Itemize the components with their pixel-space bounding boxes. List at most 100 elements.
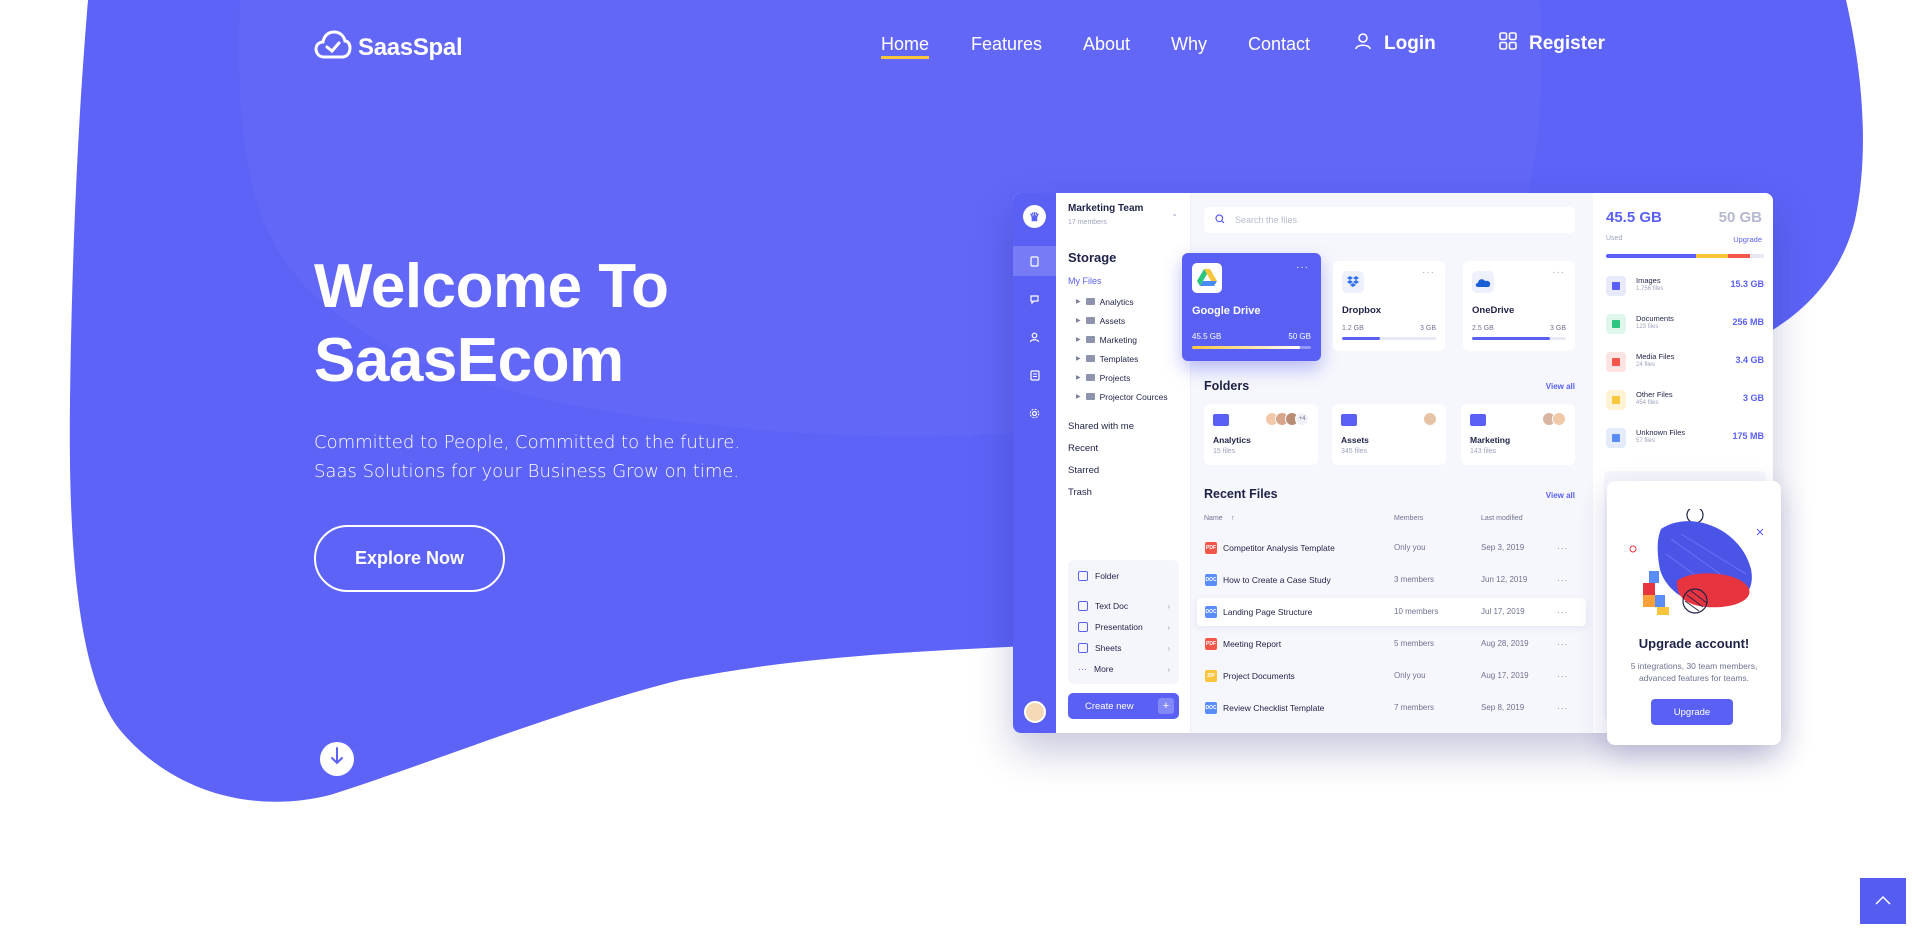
storage-type-row[interactable]: Other Files 454 files 3 GB — [1606, 385, 1764, 413]
nav-about-link[interactable]: About — [1083, 34, 1130, 55]
column-members[interactable]: Members — [1394, 515, 1423, 522]
more-icon[interactable]: ··· — [1296, 262, 1309, 273]
login-button[interactable]: Login — [1354, 32, 1436, 56]
my-files-link[interactable]: My Files — [1068, 276, 1102, 286]
more-icon[interactable]: ··· — [1557, 543, 1569, 553]
starred-link[interactable]: Starred — [1068, 465, 1099, 476]
file-name: Meeting Report — [1223, 639, 1282, 649]
type-size: 175 MB — [1732, 431, 1764, 441]
more-icon[interactable]: ··· — [1557, 607, 1569, 617]
hero-title-line2: SaasEcom — [314, 326, 624, 395]
document-icon[interactable] — [1013, 360, 1056, 390]
tree-item[interactable]: ▶ Analytics — [1076, 292, 1168, 311]
more-icon[interactable]: ··· — [1557, 575, 1569, 585]
nav-home-link[interactable]: Home — [881, 34, 929, 55]
menu-folder[interactable]: Folder — [1078, 571, 1170, 581]
sort-arrow-icon[interactable]: ↑ — [1231, 515, 1235, 522]
more-icon[interactable]: ··· — [1557, 703, 1569, 713]
storage-type-row[interactable]: Unknown Files 57 files 175 MB — [1606, 423, 1764, 451]
chat-icon[interactable] — [1013, 284, 1056, 314]
gear-icon[interactable] — [1013, 398, 1056, 428]
explore-now-button[interactable]: Explore Now — [314, 525, 505, 592]
file-date: Sep 3, 2019 — [1481, 543, 1525, 552]
folder-card-marketing[interactable]: Marketing 143 files — [1461, 404, 1575, 465]
cloud-card-dropbox[interactable]: ··· Dropbox 1.2 GB 3 GB — [1333, 261, 1445, 351]
more-icon[interactable]: ··· — [1557, 671, 1569, 681]
cloud-card-google-drive[interactable]: ··· Google Drive 45.5 GB 50 GB — [1182, 253, 1321, 361]
files-icon[interactable] — [1013, 246, 1056, 276]
storage-type-row[interactable]: Documents 123 files 256 MB — [1606, 309, 1764, 337]
folders-view-all-link[interactable]: View all — [1546, 382, 1575, 391]
search-placeholder: Search the files — [1235, 215, 1298, 225]
cloud-total: 50 GB — [1288, 332, 1311, 341]
cloud-total: 3 GB — [1420, 325, 1436, 332]
file-row[interactable]: DOC How to Create a Case Study 3 members Ju… — [1197, 566, 1586, 594]
shared-link[interactable]: Shared with me — [1068, 421, 1134, 432]
column-modified[interactable]: Last modified — [1481, 515, 1523, 522]
file-type-icon: PDF — [1205, 638, 1217, 650]
tree-item[interactable]: ▶ Templates — [1076, 349, 1168, 368]
folder-icon — [1213, 414, 1229, 426]
menu-text-doc[interactable]: Text Doc › — [1078, 601, 1170, 611]
type-name: Unknown Files — [1636, 428, 1686, 437]
more-icon[interactable]: ··· — [1422, 267, 1435, 278]
menu-more[interactable]: ··· More › — [1078, 664, 1170, 674]
nav-why-link[interactable]: Why — [1171, 34, 1207, 55]
file-members: 10 members — [1394, 607, 1439, 616]
tree-item[interactable]: ▶ Projects — [1076, 368, 1168, 387]
file-name: Competitor Analysis Template — [1223, 543, 1335, 553]
file-name: How to Create a Case Study — [1223, 575, 1331, 585]
chevron-down-icon[interactable]: ⌄ — [1171, 209, 1178, 218]
file-date: Aug 17, 2019 — [1481, 671, 1529, 680]
nav-features-link[interactable]: Features — [971, 34, 1042, 55]
register-button[interactable]: Register — [1499, 32, 1605, 56]
file-row[interactable]: DOC Review Checklist Template 7 members Sep… — [1197, 694, 1586, 722]
tree-item[interactable]: ▶ Projector Cources — [1076, 387, 1168, 406]
storage-type-row[interactable]: Media Files 24 files 3.4 GB — [1606, 347, 1764, 375]
folder-card-assets[interactable]: Assets 345 files — [1332, 404, 1446, 465]
file-members: 7 members — [1394, 703, 1435, 712]
file-date: Aug 28, 2019 — [1481, 639, 1529, 648]
search-icon — [1215, 214, 1225, 226]
avatar[interactable] — [1024, 701, 1046, 723]
folder-count: 345 files — [1341, 448, 1368, 455]
cloud-card-onedrive[interactable]: ··· OneDrive 2.5 GB 3 GB — [1463, 261, 1575, 351]
folder-card-analytics[interactable]: +4 Analytics 15 files — [1204, 404, 1318, 465]
upgrade-button[interactable]: Upgrade — [1651, 699, 1733, 725]
file-type-icon — [1606, 352, 1626, 372]
storage-type-row[interactable]: Images 1,756 files 15.3 GB — [1606, 271, 1764, 299]
file-row[interactable]: PDF Meeting Report 5 members Aug 28, 2019 ··… — [1197, 630, 1586, 658]
team-name[interactable]: Marketing Team — [1068, 203, 1143, 214]
document-icon — [1078, 601, 1088, 611]
file-type-icon: ZIP — [1205, 670, 1217, 682]
file-type-icon: DOC — [1205, 702, 1217, 714]
more-icon[interactable]: ··· — [1557, 639, 1569, 649]
register-label: Register — [1529, 33, 1606, 54]
cloud-name: Google Drive — [1192, 305, 1261, 317]
column-name[interactable]: Name — [1204, 515, 1223, 522]
file-row[interactable]: PDF Competitor Analysis Template Only you S… — [1197, 534, 1586, 562]
recent-view-all-link[interactable]: View all — [1546, 491, 1575, 500]
file-row[interactable]: DOC Landing Page Structure 10 members Jul 1… — [1197, 598, 1586, 626]
hero-title-line1: Welcome To — [314, 252, 669, 321]
storage-upgrade-link[interactable]: Upgrade — [1733, 235, 1762, 244]
type-size: 3.4 GB — [1735, 355, 1764, 365]
menu-sheets[interactable]: Sheets › — [1078, 643, 1170, 653]
cloud-name: Dropbox — [1342, 305, 1382, 316]
folder-icon — [1085, 336, 1095, 343]
tree-item[interactable]: ▶ Assets — [1076, 311, 1168, 330]
user-icon[interactable] — [1013, 322, 1056, 352]
back-to-top-button[interactable] — [1860, 878, 1906, 924]
file-row[interactable]: ZIP Project Documents Only you Aug 17, 2019… — [1197, 662, 1586, 690]
folder-icon — [1341, 414, 1357, 426]
tree-item[interactable]: ▶ Marketing — [1076, 330, 1168, 349]
create-new-button[interactable]: Create new + — [1068, 693, 1179, 719]
recent-link[interactable]: Recent — [1068, 443, 1098, 454]
scroll-down-button[interactable] — [320, 742, 354, 776]
more-icon[interactable]: ··· — [1552, 267, 1565, 278]
menu-presentation[interactable]: Presentation › — [1078, 622, 1170, 632]
nav-contact-link[interactable]: Contact — [1248, 34, 1310, 55]
type-name: Images — [1636, 276, 1661, 285]
search-input[interactable]: Search the files — [1204, 207, 1575, 233]
trash-link[interactable]: Trash — [1068, 487, 1092, 498]
